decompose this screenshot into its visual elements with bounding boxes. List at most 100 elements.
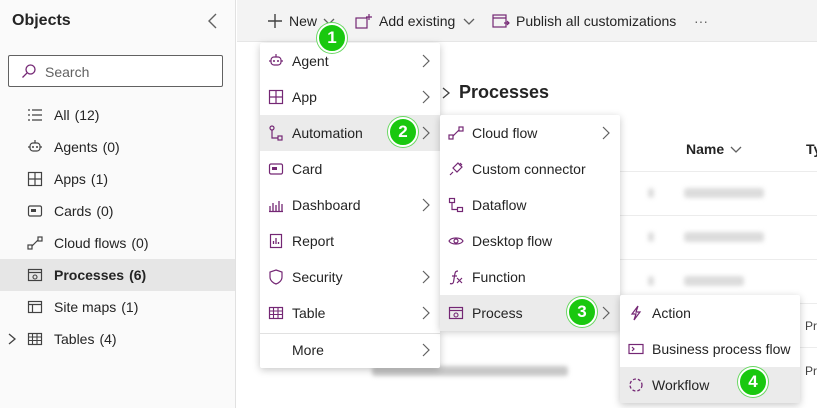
- shield-icon: [268, 269, 284, 285]
- breadcrumb: s Processes: [422, 82, 549, 103]
- row-type-value: Pr: [805, 364, 817, 378]
- menu-item-business-process-flow[interactable]: Business process flow: [620, 331, 800, 367]
- menu-item-more[interactable]: More: [260, 332, 440, 368]
- search-input[interactable]: Search: [8, 55, 223, 87]
- menu-item-desktop-flow[interactable]: Desktop flow: [440, 223, 620, 259]
- chevron-right-icon[interactable]: [6, 332, 18, 346]
- redacted-row-name: [684, 188, 764, 198]
- tree-item-label: Processes: [54, 267, 125, 283]
- lightning-icon: [628, 305, 644, 321]
- report-icon: [268, 233, 284, 249]
- menu-item-custom-connector[interactable]: Custom connector: [440, 151, 620, 187]
- menu-item-label: Business process flow: [652, 341, 791, 357]
- publish-all-button[interactable]: Publish all customizations: [492, 0, 676, 42]
- more-commands-button[interactable]: ···: [694, 0, 708, 42]
- menu-item-label: More: [292, 342, 324, 358]
- tree-item-agents[interactable]: Agents (0): [0, 131, 235, 163]
- menu-item-security[interactable]: Security: [260, 259, 440, 295]
- collapse-panel-icon[interactable]: [205, 11, 221, 31]
- menu-item-agent[interactable]: Agent: [260, 43, 440, 79]
- site-map-icon: [26, 298, 44, 316]
- chevron-right-icon: [602, 306, 610, 320]
- row-divider: [620, 215, 817, 216]
- menu-item-cloud-flow[interactable]: Cloud flow: [440, 115, 620, 151]
- tree-item-tables[interactable]: Tables (4): [0, 323, 235, 355]
- menu-item-workflow[interactable]: Workflow: [620, 367, 800, 403]
- publish-label: Publish all customizations: [516, 13, 677, 29]
- cloud-flow-icon: [448, 125, 464, 141]
- dataflow-icon: [448, 197, 464, 213]
- tree-item-count: (0): [131, 235, 149, 251]
- table-icon: [268, 305, 284, 321]
- step-badge-3: 3: [567, 297, 597, 327]
- menu-item-label: Desktop flow: [472, 233, 553, 249]
- menu-item-app[interactable]: App: [260, 79, 440, 115]
- table-icon: [26, 330, 44, 348]
- business-process-flow-icon: [628, 341, 644, 357]
- new-menu: Agent App Automation Card Dashboard Repo…: [260, 43, 440, 368]
- cloud-flow-icon: [26, 234, 44, 252]
- menu-item-label: Security: [292, 269, 343, 285]
- publish-icon: [492, 14, 510, 28]
- tree-item-label: Cards: [54, 203, 92, 219]
- menu-item-function[interactable]: Function: [440, 259, 620, 295]
- tree-item-site-maps[interactable]: Site maps (1): [0, 291, 235, 323]
- chevron-right-icon: [602, 126, 610, 140]
- column-header-label: Name: [686, 141, 725, 157]
- menu-item-dashboard[interactable]: Dashboard: [260, 187, 440, 223]
- redacted-row-marker: [648, 188, 654, 198]
- menu-item-label: Process: [472, 305, 523, 321]
- menu-item-action[interactable]: Action: [620, 295, 800, 331]
- eye-icon: [448, 233, 464, 249]
- tree-item-apps[interactable]: Apps (1): [0, 163, 235, 195]
- app-icon: [26, 170, 44, 188]
- tree-item-all[interactable]: All (12): [0, 99, 235, 131]
- chevron-right-icon: [422, 198, 430, 212]
- row-divider: [620, 259, 817, 260]
- tree-item-processes[interactable]: Processes (6): [0, 259, 235, 291]
- redacted-row-name: [684, 232, 764, 242]
- tree-item-count: (1): [90, 171, 109, 187]
- function-icon: [448, 269, 464, 285]
- menu-item-label: Agent: [292, 53, 329, 69]
- new-button-label: New: [289, 13, 318, 29]
- panel-title: Objects: [12, 12, 71, 29]
- tree-item-label: All: [54, 107, 70, 123]
- add-existing-button[interactable]: Add existing: [355, 0, 481, 42]
- chevron-right-icon: [422, 343, 430, 357]
- chevron-right-icon: [422, 126, 430, 140]
- step-badge-2: 2: [388, 117, 418, 147]
- chevron-right-icon: [422, 306, 430, 320]
- menu-item-table[interactable]: Table: [260, 295, 440, 331]
- redacted-row-marker: [648, 276, 654, 286]
- tree-item-label: Site maps: [54, 299, 117, 315]
- menu-item-label: Action: [652, 305, 691, 321]
- tree-item-count: (12): [74, 107, 100, 123]
- plug-icon: [448, 161, 464, 177]
- tree-item-count: (0): [102, 139, 120, 155]
- chevron-down-icon: [730, 146, 742, 153]
- tree-item-cloud-flows[interactable]: Cloud flows (0): [0, 227, 235, 259]
- card-icon: [268, 161, 284, 177]
- chevron-right-icon: [442, 87, 451, 98]
- list-icon: [26, 106, 44, 124]
- menu-item-label: Automation: [292, 125, 363, 141]
- column-header-name[interactable]: Name: [686, 141, 742, 157]
- menu-item-label: Custom connector: [472, 161, 586, 177]
- menu-item-dataflow[interactable]: Dataflow: [440, 187, 620, 223]
- menu-item-report[interactable]: Report: [260, 223, 440, 259]
- card-icon: [26, 202, 44, 220]
- agent-icon: [268, 53, 284, 69]
- tree-item-count: (6): [129, 267, 147, 283]
- tree-item-label: Cloud flows: [54, 235, 127, 251]
- tree-item-cards[interactable]: Cards (0): [0, 195, 235, 227]
- automation-submenu: Cloud flow Custom connector Dataflow Des…: [440, 115, 620, 331]
- process-icon: [26, 266, 44, 284]
- menu-item-label: Cloud flow: [472, 125, 538, 141]
- agent-icon: [26, 138, 44, 156]
- column-header-type[interactable]: Ty: [806, 141, 817, 157]
- objects-panel: Objects Search All (12) Agents (0) Apps (1)…: [0, 0, 236, 408]
- chevron-right-icon: [422, 90, 430, 104]
- step-badge-1: 1: [317, 23, 347, 53]
- menu-item-card[interactable]: Card: [260, 151, 440, 187]
